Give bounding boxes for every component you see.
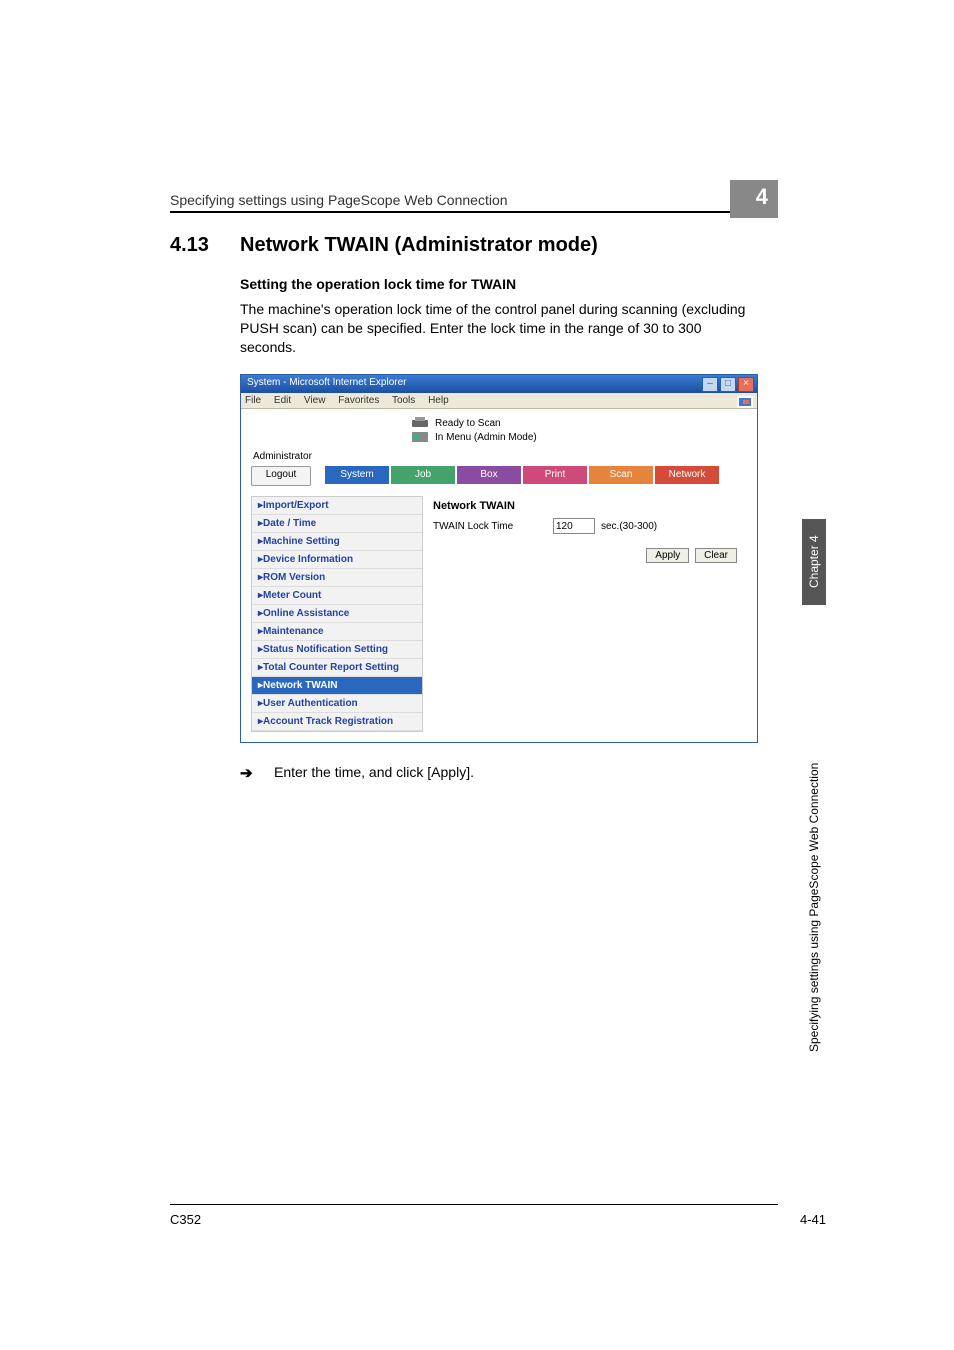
sidebar-item-network-twain[interactable]: ▸Network TWAIN <box>252 677 422 695</box>
minimize-icon[interactable]: – <box>702 377 718 392</box>
chapter-tab: Chapter 4 <box>802 519 826 605</box>
section-subtitle: Setting the operation lock time for TWAI… <box>240 276 516 292</box>
sidebar-item-user-authentication[interactable]: ▸User Authentication <box>252 695 422 713</box>
panel-icon <box>411 431 429 443</box>
sidebar-item-meter-count[interactable]: ▸Meter Count <box>252 587 422 605</box>
menu-favorites[interactable]: Favorites <box>338 395 379 406</box>
menu-file[interactable]: File <box>245 395 261 406</box>
ie-logo-icon <box>737 396 753 408</box>
sidebar-item-label: Status Notification Setting <box>263 644 388 655</box>
tab-network[interactable]: Network <box>655 466 719 484</box>
sidebar-item-label: Account Track Registration <box>263 716 393 727</box>
section-title: Network TWAIN (Administrator mode) <box>240 234 598 257</box>
menu-help[interactable]: Help <box>428 395 449 406</box>
clear-button[interactable]: Clear <box>695 548 737 563</box>
tab-job[interactable]: Job <box>391 466 455 484</box>
sidebar-item-label: Device Information <box>263 554 353 565</box>
sidebar-item-status-notification[interactable]: ▸Status Notification Setting <box>252 641 422 659</box>
sidebar-item-label: Total Counter Report Setting <box>263 662 399 673</box>
tab-row: Logout System Job Box Print Scan Network <box>251 466 747 486</box>
menu-tools[interactable]: Tools <box>392 395 415 406</box>
apply-button[interactable]: Apply <box>646 548 689 563</box>
sidebar-item-label: Meter Count <box>263 590 321 601</box>
sidebar-item-device-information[interactable]: ▸Device Information <box>252 551 422 569</box>
sidebar-item-label: Online Assistance <box>263 608 349 619</box>
sidebar-item-maintenance[interactable]: ▸Maintenance <box>252 623 422 641</box>
menu-bar: File Edit View Favorites Tools Help <box>241 393 757 409</box>
section-number: 4.13 <box>170 234 209 257</box>
sidebar-item-machine-setting[interactable]: ▸Machine Setting <box>252 533 422 551</box>
chapter-side-text: Specifying settings using PageScope Web … <box>802 622 826 1052</box>
arrow-icon: ➔ <box>240 764 253 782</box>
status-menu: In Menu (Admin Mode) <box>411 431 747 443</box>
logout-button[interactable]: Logout <box>251 466 311 486</box>
lock-time-label: TWAIN Lock Time <box>433 521 553 532</box>
sidebar-item-label: Network TWAIN <box>263 680 337 691</box>
footer-rule <box>170 1204 778 1205</box>
sidebar-item-label: Maintenance <box>263 626 324 637</box>
window-titlebar: System - Microsoft Internet Explorer – □… <box>241 375 757 393</box>
running-header: Specifying settings using PageScope Web … <box>170 192 508 208</box>
sidebar-item-label: Date / Time <box>263 518 316 529</box>
footer-right: 4-41 <box>800 1212 826 1227</box>
menu-edit[interactable]: Edit <box>274 395 291 406</box>
admin-label: Administrator <box>253 451 747 462</box>
sidebar-item-total-counter-report[interactable]: ▸Total Counter Report Setting <box>252 659 422 677</box>
sidebar: ▸Import/Export ▸Date / Time ▸Machine Set… <box>251 496 423 732</box>
status-menu-text: In Menu (Admin Mode) <box>435 432 537 443</box>
window-title: System - Microsoft Internet Explorer <box>247 377 407 388</box>
tab-box[interactable]: Box <box>457 466 521 484</box>
window-controls: – □ × <box>702 377 754 392</box>
sidebar-item-label: User Authentication <box>263 698 358 709</box>
section-body: The machine's operation lock time of the… <box>240 300 750 357</box>
screenshot-window: System - Microsoft Internet Explorer – □… <box>240 374 758 743</box>
sidebar-item-label: Import/Export <box>263 500 329 511</box>
maximize-icon[interactable]: □ <box>720 377 736 392</box>
lock-time-input[interactable] <box>553 518 595 534</box>
tab-print[interactable]: Print <box>523 466 587 484</box>
status-ready-text: Ready to Scan <box>435 418 501 429</box>
tab-system[interactable]: System <box>325 466 389 484</box>
header-rule <box>170 211 760 213</box>
instruction-text: Enter the time, and click [Apply]. <box>274 764 474 780</box>
close-icon[interactable]: × <box>738 377 754 392</box>
sidebar-item-date-time[interactable]: ▸Date / Time <box>252 515 422 533</box>
lock-time-unit: sec.(30-300) <box>601 521 657 532</box>
sidebar-item-import-export[interactable]: ▸Import/Export <box>252 497 422 515</box>
main-heading: Network TWAIN <box>433 500 737 512</box>
sidebar-item-online-assistance[interactable]: ▸Online Assistance <box>252 605 422 623</box>
sidebar-item-account-track[interactable]: ▸Account Track Registration <box>252 713 422 731</box>
tab-scan[interactable]: Scan <box>589 466 653 484</box>
main-pane: Network TWAIN TWAIN Lock Time sec.(30-30… <box>423 496 747 732</box>
chapter-badge: 4 <box>730 180 778 218</box>
sidebar-item-label: ROM Version <box>263 572 325 583</box>
menu-view[interactable]: View <box>304 395 326 406</box>
footer-left: C352 <box>170 1212 201 1227</box>
printer-icon <box>411 417 429 429</box>
status-ready: Ready to Scan <box>411 417 747 429</box>
sidebar-item-label: Machine Setting <box>263 536 340 547</box>
sidebar-item-rom-version[interactable]: ▸ROM Version <box>252 569 422 587</box>
